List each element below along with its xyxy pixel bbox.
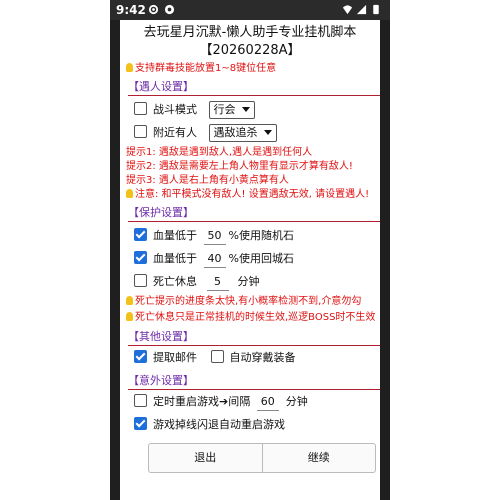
hp1-row: 血量低于 50 %使用随机石 bbox=[134, 226, 294, 246]
hp2-row: 血量低于 40 %使用回城石 bbox=[134, 249, 294, 269]
skill-tip-text: 支持群毒技能放置1~8键位任意 bbox=[135, 63, 277, 74]
hp2-checkbox[interactable] bbox=[134, 251, 147, 264]
equip-label: 自动穿戴装备 bbox=[229, 351, 296, 364]
left-edge bbox=[110, 20, 120, 500]
page-title: 去玩星月沉默-懒人助手专业挂机脚本 【20260228A】 bbox=[120, 24, 380, 60]
lightbulb-icon bbox=[126, 189, 133, 198]
crash-restart-checkbox[interactable] bbox=[134, 417, 147, 430]
death-rest-input[interactable]: 5 bbox=[206, 274, 229, 291]
mail-label: 提取邮件 bbox=[153, 351, 197, 364]
interval-suffix: 分钟 bbox=[285, 395, 308, 408]
battle-mode-select[interactable]: 行会 bbox=[208, 101, 255, 119]
death-rest-checkbox[interactable] bbox=[134, 274, 147, 287]
hp2-input[interactable]: 40 bbox=[203, 251, 226, 268]
lightbulb-icon bbox=[126, 312, 133, 321]
restart-label: 定时重启游戏 bbox=[153, 395, 219, 408]
death-rest-label: 死亡休息 bbox=[153, 275, 197, 288]
battle-mode-value: 行会 bbox=[213, 103, 236, 116]
hp1-label: 血量低于 bbox=[153, 229, 197, 242]
dropdown-arrow-icon bbox=[241, 107, 250, 112]
restart-row: 定时重启游戏➔间隔 60 分钟 bbox=[134, 392, 308, 412]
settings-icon bbox=[148, 4, 159, 15]
lightbulb-icon bbox=[126, 63, 133, 72]
equip-checkbox[interactable] bbox=[210, 350, 224, 363]
hp1-suffix: %使用随机石 bbox=[228, 229, 294, 242]
arrow-icon: ➔ bbox=[219, 395, 229, 408]
restart-checkbox[interactable] bbox=[134, 394, 147, 407]
battle-mode-label: 战斗模式 bbox=[153, 103, 197, 116]
notification-icon bbox=[164, 4, 175, 15]
death-row: 死亡休息 5 分钟 bbox=[134, 272, 260, 292]
nearby-checkbox[interactable] bbox=[134, 125, 147, 138]
hint-2: 提示2: 遇敌是需要左上角人物里有显示才算有敌人! bbox=[126, 161, 353, 172]
dropdown-arrow-icon bbox=[263, 130, 272, 135]
crash-restart-label: 游戏掉线闪退自动重启游戏 bbox=[153, 418, 285, 431]
section-accident: 【意外设置】 bbox=[128, 374, 380, 390]
status-time: 9:42 bbox=[116, 3, 146, 17]
section-other: 【其他设置】 bbox=[128, 330, 380, 346]
hp2-label: 血量低于 bbox=[153, 252, 197, 265]
wifi-icon bbox=[342, 5, 353, 15]
encounter-note-text: 注意: 和平模式没有敌人! 设置遇敌无效, 请设置遇人! bbox=[135, 189, 370, 200]
other-row: 提取邮件 自动穿戴装备 bbox=[134, 348, 296, 368]
nearby-label: 附近有人 bbox=[153, 126, 197, 139]
death-tip-1: 死亡提示的进度条太快,有小概率检测不到,介意勿勾 bbox=[126, 295, 361, 308]
interval-input[interactable]: 60 bbox=[256, 394, 279, 411]
nearby-value: 遇敌追杀 bbox=[213, 126, 258, 139]
phone-screen: 9:42 去玩星月沉默-懒人助手专业挂机脚本 【20260228A】 支持群毒技… bbox=[110, 0, 390, 500]
exit-button[interactable]: 退出 bbox=[149, 444, 262, 472]
hp1-input[interactable]: 50 bbox=[203, 228, 226, 245]
battle-mode-row: 战斗模式 行会 bbox=[134, 100, 255, 120]
encounter-note: 注意: 和平模式没有敌人! 设置遇敌无效, 请设置遇人! bbox=[126, 188, 369, 201]
signal-icon bbox=[356, 4, 367, 15]
status-bar: 9:42 bbox=[110, 0, 390, 20]
death-tip-1-text: 死亡提示的进度条太快,有小概率检测不到,介意勿勾 bbox=[135, 296, 362, 307]
battle-mode-checkbox[interactable] bbox=[134, 102, 147, 115]
death-tip-2-text: 死亡休息只是正常挂机的时候生效,巡逻BOSS时不生效 bbox=[135, 312, 376, 323]
hint-3: 提示3: 遇人是右上角有小黄点算有人 bbox=[126, 175, 289, 186]
continue-button[interactable]: 继续 bbox=[261, 444, 376, 472]
crash-row: 游戏掉线闪退自动重启游戏 bbox=[134, 415, 285, 435]
hp1-checkbox[interactable] bbox=[134, 228, 147, 241]
interval-label: 间隔 bbox=[228, 395, 251, 408]
section-protect: 【保护设置】 bbox=[128, 206, 380, 222]
nearby-row: 附近有人 遇敌追杀 bbox=[134, 123, 277, 143]
mail-checkbox[interactable] bbox=[134, 350, 147, 363]
death-tip-2: 死亡休息只是正常挂机的时候生效,巡逻BOSS时不生效 bbox=[126, 311, 375, 324]
lightbulb-icon bbox=[126, 296, 133, 305]
battery-icon bbox=[373, 4, 379, 15]
right-edge bbox=[380, 20, 390, 500]
title-text: 去玩星月沉默-懒人助手专业挂机脚本 bbox=[143, 25, 357, 40]
hint-1: 提示1: 遇敌是遇到敌人,遇人是遇到任何人 bbox=[126, 147, 313, 158]
section-encounter: 【遇人设置】 bbox=[128, 80, 380, 96]
death-rest-suffix: 分钟 bbox=[237, 275, 260, 288]
skill-tip: 支持群毒技能放置1~8键位任意 bbox=[126, 62, 276, 75]
version-text: 【20260228A】 bbox=[199, 43, 301, 58]
script-settings-panel: 去玩星月沉默-懒人助手专业挂机脚本 【20260228A】 支持群毒技能放置1~… bbox=[120, 20, 380, 500]
hp2-suffix: %使用回城石 bbox=[228, 252, 294, 265]
action-buttons: 退出 继续 bbox=[148, 443, 376, 473]
nearby-select[interactable]: 遇敌追杀 bbox=[208, 124, 277, 142]
